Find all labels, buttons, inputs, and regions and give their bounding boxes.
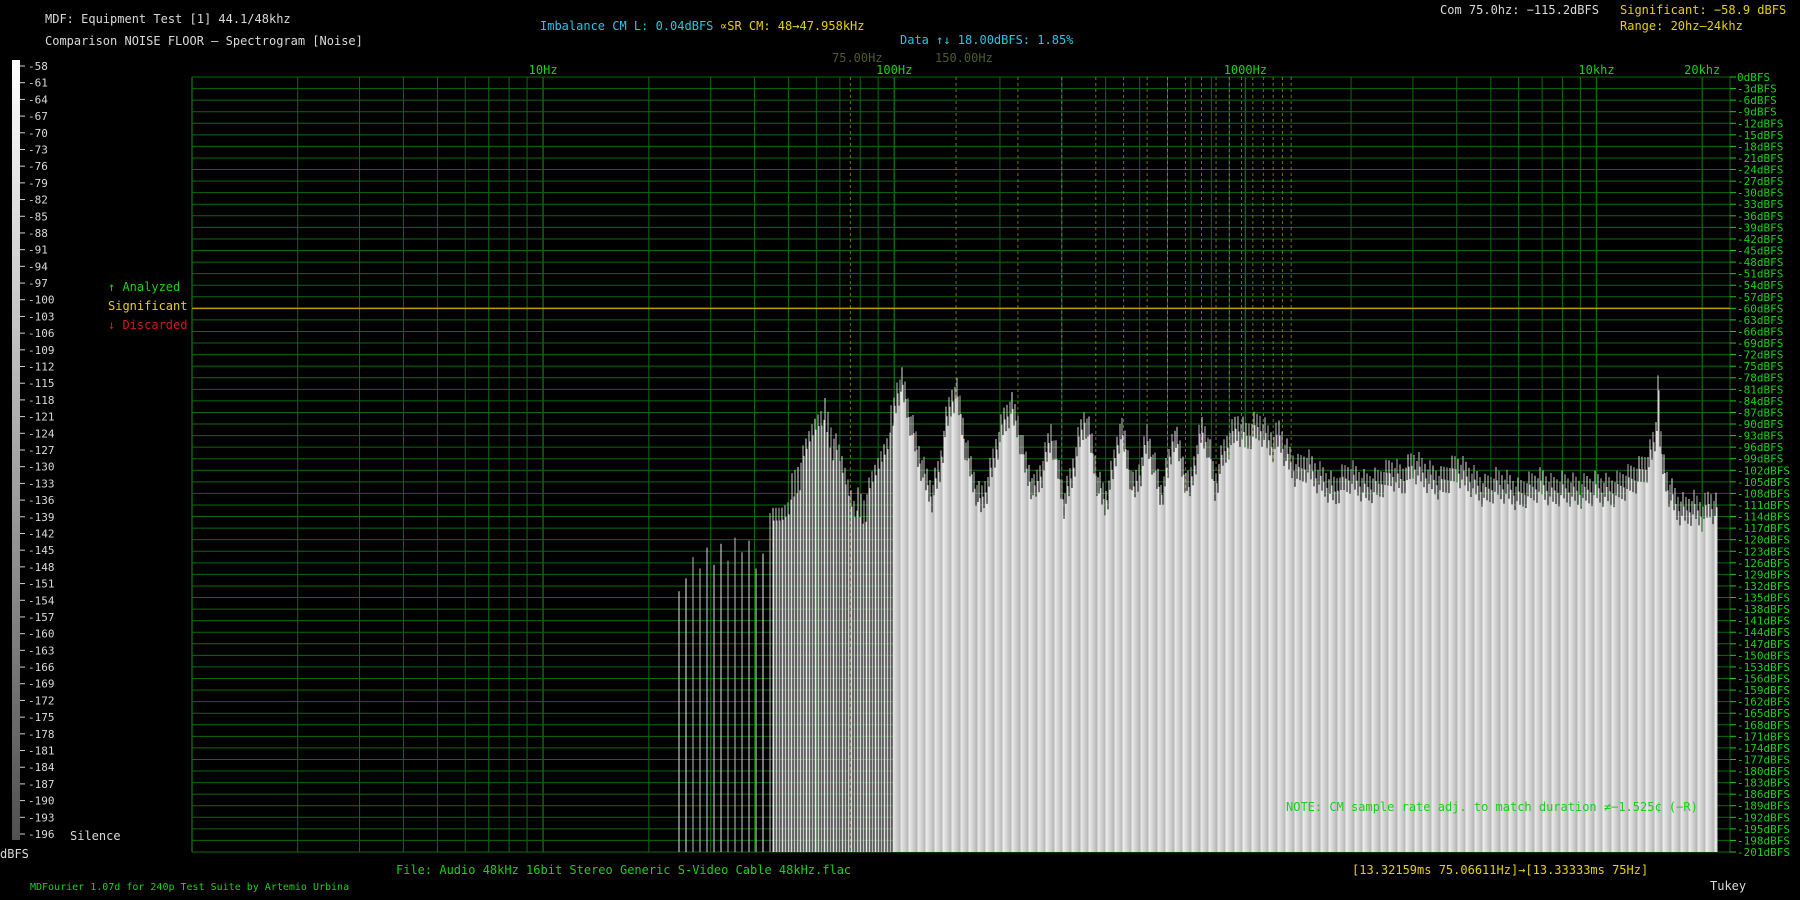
scale-label: -82 [28, 194, 48, 207]
scale-label: -187 [28, 778, 55, 791]
scale-label: -196 [28, 828, 55, 841]
scale-label: -109 [28, 344, 55, 357]
scale-label: -175 [28, 711, 55, 724]
scale-label: -118 [28, 394, 55, 407]
scale-label: -193 [28, 811, 55, 824]
scale-label: -169 [28, 678, 55, 691]
spectrum-bars [678, 367, 1718, 852]
x-tick-label: 10khz [1578, 63, 1614, 77]
sample-rate-note: NOTE: CM sample rate adj. to match durat… [1286, 800, 1698, 814]
scale-label: -145 [28, 544, 55, 557]
scale-label: -130 [28, 461, 55, 474]
x-tick-label: 20khz [1684, 63, 1720, 77]
data-readout: Data ↑↓ 18.00dBFS: 1.85% [900, 33, 1074, 47]
com-readout: Com 75.0hz: −115.2dBFS [1440, 3, 1599, 17]
sr-cm-readout: ∝SR CM: 48→47.958kHz [720, 19, 865, 33]
scale-label: -136 [28, 494, 55, 507]
scale-gradient [12, 60, 20, 840]
ref-marker-75hz: 75.00Hz [832, 51, 883, 65]
scale-label: -115 [28, 377, 55, 390]
scale-label: -127 [28, 444, 55, 457]
scale-label: -148 [28, 561, 55, 574]
scale-label: -97 [28, 277, 48, 290]
scale-label: -124 [28, 427, 55, 440]
scale-label: -79 [28, 177, 48, 190]
range-readout: Range: 20hz–24khz [1620, 19, 1743, 33]
left-scale-bar: -58 -61 -64 -67 -70 -73 -76 -79 -82 -85 -88 -91 -94 -… [12, 60, 55, 841]
y-tick-label: -201dBFS [1737, 846, 1790, 859]
x-tick-label: 1000Hz [1224, 63, 1267, 77]
scale-label: -139 [28, 511, 55, 524]
scale-label: -112 [28, 361, 55, 374]
scale-label: -154 [28, 594, 55, 607]
chart-subtitle: Comparison NOISE FLOOR – Spectrogram [No… [45, 34, 363, 48]
right-y-axis: 0dBFS-3dBFS-6dBFS-9dBFS-12dBFS-15dBFS-18… [1730, 71, 1790, 859]
scale-label: -106 [28, 327, 55, 340]
top-x-axis: 10Hz 100Hz 1000Hz 10khz 20khz [529, 63, 1721, 77]
scale-label: -166 [28, 661, 55, 674]
file-info: File: Audio 48kHz 16bit Stereo Generic S… [396, 863, 852, 877]
credits: MDFourier 1.07d for 240p Test Suite by A… [30, 882, 350, 893]
scale-label: -178 [28, 728, 55, 741]
legend-analyzed: ↑ Analyzed [108, 280, 181, 294]
scale-label: -133 [28, 477, 55, 490]
imbalance-readout: Imbalance CM L: 0.04dBFS [540, 19, 714, 33]
legend-significant: Significant [108, 299, 188, 313]
legend-discarded: ↓ Discarded [108, 318, 188, 332]
scale-label: -142 [28, 527, 55, 540]
scale-label: -67 [28, 110, 48, 123]
scale-label: -76 [28, 160, 48, 173]
scale-label: -160 [28, 628, 55, 641]
window-type: Tukey [1710, 879, 1747, 893]
scale-label: -184 [28, 761, 55, 774]
scale-label: -157 [28, 611, 55, 624]
scale-label: -61 [28, 77, 48, 90]
scale-label: -64 [28, 93, 48, 106]
x-tick-label: 100Hz [876, 63, 912, 77]
scale-label: -88 [28, 227, 48, 240]
scale-label: -100 [28, 294, 55, 307]
x-tick-label: 10Hz [529, 63, 558, 77]
scale-silence-label: Silence [70, 829, 121, 843]
scale-label: -190 [28, 795, 55, 808]
timing-readout: [13.32159ms 75.06611Hz]→[13.33333ms 75Hz… [1352, 863, 1649, 877]
scale-label: -121 [28, 411, 55, 424]
scale-label: -91 [28, 244, 48, 257]
spectrogram-plot: 0dBFS-3dBFS-6dBFS-9dBFS-12dBFS-15dBFS-18… [12, 60, 1790, 859]
scale-label: -58 [28, 60, 48, 73]
scale-label: -70 [28, 127, 48, 140]
chart-title: MDF: Equipment Test [1] 44.1/48khz [45, 12, 291, 26]
scale-label: -163 [28, 644, 55, 657]
scale-label: -172 [28, 694, 55, 707]
scale-label: -181 [28, 745, 55, 758]
significant-readout: Significant: −58.9 dBFS [1620, 3, 1787, 17]
scale-label: -85 [28, 210, 48, 223]
ref-marker-150hz: 150.00Hz [935, 51, 993, 65]
scale-label: -151 [28, 578, 55, 591]
scale-unit-label: dBFS [0, 847, 29, 861]
scale-label: -103 [28, 310, 55, 323]
scale-label: -94 [28, 260, 48, 273]
scale-label: -73 [28, 143, 48, 156]
